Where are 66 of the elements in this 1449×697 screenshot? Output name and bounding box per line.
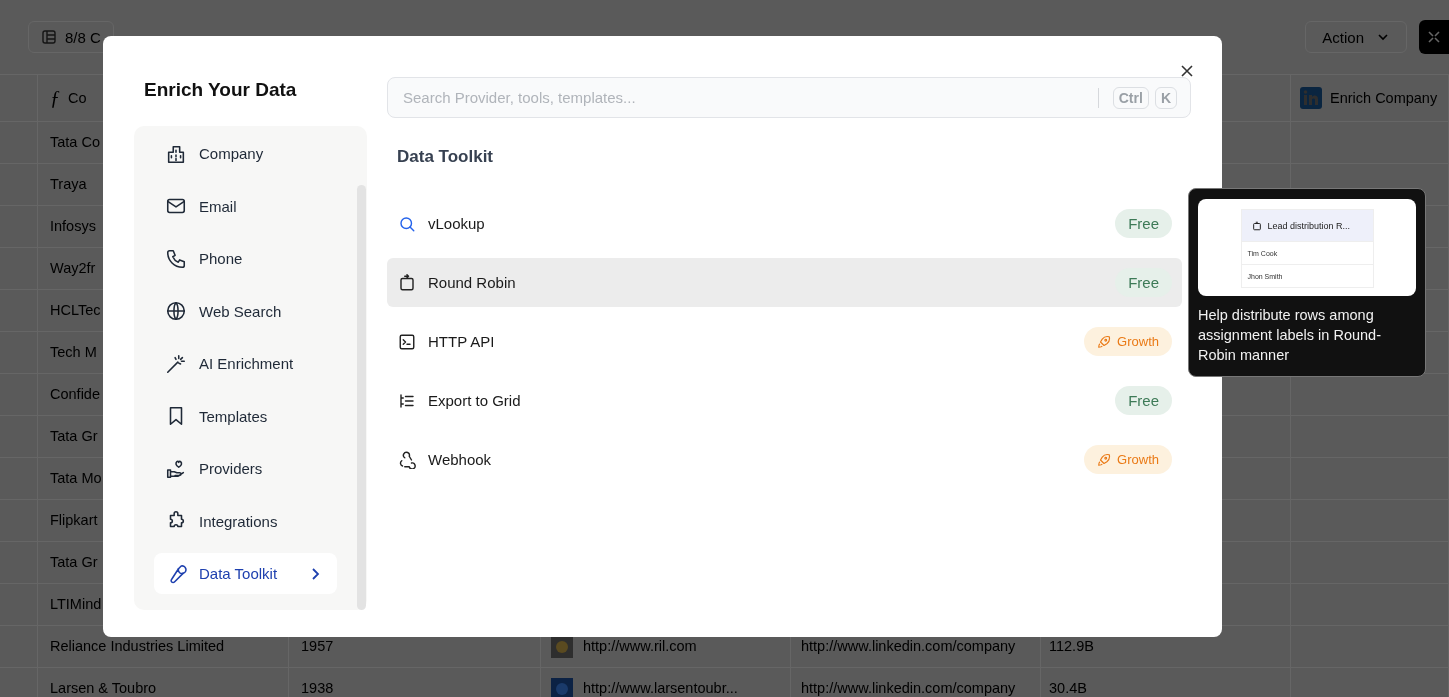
tool-item[interactable]: Round Robin Free [387, 258, 1182, 307]
plan-badge: Free [1115, 268, 1172, 297]
tooltip-text: Help distribute rows among assignment labels in Round-Robin manner [1198, 306, 1382, 365]
repeat-icon [398, 273, 416, 292]
table-cell: HCLTec [50, 303, 101, 318]
table-cell: Tata Mo [50, 471, 102, 486]
table-cell: Traya [50, 177, 87, 192]
table-cell: http://www.linkedin.com/company [801, 639, 1016, 654]
rocket-icon [1097, 452, 1112, 467]
table-cell: 112.9B [1049, 639, 1094, 654]
linkedin-icon [1300, 87, 1322, 109]
plan-badge: Free [1115, 209, 1172, 238]
table-cell: Tata Gr [50, 555, 98, 570]
rocket-icon [1097, 334, 1112, 349]
columns-icon [41, 29, 57, 45]
category-item[interactable]: Web Search [154, 290, 337, 332]
column-header: Co [68, 90, 87, 106]
table-cell: http://www.linkedin.com/company [801, 681, 1016, 696]
preview-header: Lead distribution R... [1267, 220, 1351, 231]
repeat-icon [1251, 220, 1262, 231]
table-cell: Infosys [50, 219, 96, 234]
table-cell: 1938 [301, 681, 334, 696]
table-cell: Way2fr [50, 261, 96, 276]
section-title: Data Toolkit [396, 146, 495, 168]
company-logo-icon [551, 677, 573, 697]
tool-item[interactable]: HTTP API Growth [387, 317, 1182, 366]
plan-badge: Growth [1084, 445, 1172, 474]
category-item[interactable]: Data Toolkit [154, 553, 337, 594]
table-cell: Tech M [50, 345, 97, 360]
phone-icon [165, 247, 187, 270]
table-cell: 1957 [301, 639, 334, 654]
shortcut-key: Ctrl [1112, 86, 1149, 109]
table-cell: http://www.larsentoubr... [583, 681, 738, 696]
tool-item[interactable]: Webhook Growth [387, 435, 1182, 484]
scrollbar[interactable] [357, 185, 366, 610]
table-cell: Reliance Industries Limited [50, 639, 225, 654]
tool-item[interactable]: vLookup Free [387, 199, 1182, 248]
table-cell: Confide [50, 387, 100, 402]
table-cell: Larsen & Toubro [50, 681, 157, 696]
magic-button[interactable] [1419, 20, 1449, 54]
globe-icon [165, 300, 187, 322]
company-logo-icon [551, 635, 573, 658]
plan-badge: Growth [1084, 327, 1172, 356]
list-icon [398, 391, 416, 410]
table-cell: http://www.ril.com [583, 639, 697, 654]
column-header: Enrich Company [1330, 90, 1438, 106]
category-item[interactable]: Email [154, 185, 337, 227]
table-cell: 30.4B [1049, 681, 1087, 696]
category-item[interactable]: Providers [154, 448, 337, 489]
function-icon: ƒ [50, 88, 60, 108]
category-item[interactable]: Company [154, 133, 337, 174]
terminal-icon [398, 332, 416, 351]
dialog-title: Enrich Your Data [143, 78, 298, 102]
category-item[interactable]: Integrations [154, 500, 337, 542]
search-icon [398, 214, 416, 233]
table-cell: Tata Gr [50, 429, 98, 444]
tool-item[interactable]: Export to Grid Free [387, 376, 1182, 425]
shortcut-key: K [1154, 86, 1177, 109]
category-item[interactable]: Phone [154, 238, 337, 279]
category-item[interactable]: Templates [154, 395, 337, 437]
table-cell: Tata Co [50, 135, 100, 150]
table-cell: LTIMind [50, 597, 102, 612]
plan-badge: Free [1115, 386, 1172, 415]
table-cell: Flipkart [50, 513, 98, 528]
category-item[interactable]: AI Enrichment [154, 343, 337, 384]
magic-wand-icon [165, 352, 187, 375]
